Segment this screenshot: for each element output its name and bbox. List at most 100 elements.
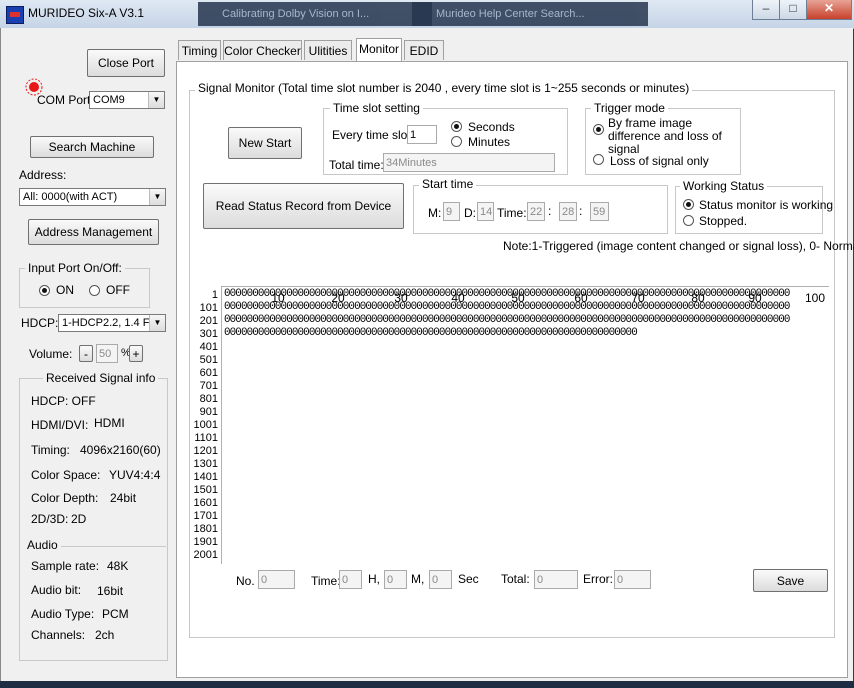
timing-label: Timing:: [31, 443, 70, 457]
trigger-frame-radio[interactable]: [593, 124, 604, 135]
com-port-select[interactable]: COM9 ▼: [89, 91, 165, 109]
close-window-button[interactable]: ✕: [806, 0, 852, 20]
sample-rate-label: Sample rate:: [31, 559, 100, 573]
total-time-label: Total time:: [329, 158, 384, 172]
start-day-label: D:: [464, 206, 476, 220]
maximize-button[interactable]: □: [779, 0, 807, 20]
row-label: 1101: [194, 432, 218, 444]
trigger-frame-label: By frame image difference and loss of si…: [608, 116, 722, 156]
input-off-radio[interactable]: [89, 285, 100, 296]
record-time-label: Time:: [311, 574, 341, 588]
chevron-down-icon: ▼: [149, 315, 165, 331]
start-second-field: 59: [590, 202, 609, 221]
color-space-label: Color Space:: [31, 468, 101, 482]
status-stopped-label: Stopped.: [699, 214, 748, 228]
time-slot-title: Time slot setting: [330, 101, 423, 115]
2d3d-value: 2D: [71, 512, 87, 526]
maximize-icon: □: [789, 1, 797, 15]
audio-title: Audio: [24, 538, 61, 552]
hdmi-dvi-value: HDMI: [94, 416, 125, 430]
tab-color-checker[interactable]: Color Checker: [223, 40, 302, 60]
save-button[interactable]: Save: [753, 569, 828, 592]
address-management-button[interactable]: Address Management: [28, 219, 159, 245]
tab-timing[interactable]: Timing: [178, 40, 221, 60]
row-label: 801: [199, 393, 218, 405]
background-window-tab-1[interactable]: Calibrating Dolby Vision on I...: [198, 2, 432, 26]
working-status-title: Working Status: [680, 179, 768, 193]
hdcp-status: HDCP: OFF: [31, 394, 96, 408]
app-logo-icon: [6, 6, 24, 24]
address-select[interactable]: All: 0000(with ACT) ▼: [19, 188, 166, 206]
seconds-radio[interactable]: [451, 121, 462, 132]
volume-label: Volume:: [29, 347, 73, 361]
row-label: 1401: [193, 471, 218, 483]
trigger-loss-radio[interactable]: [593, 154, 604, 165]
title-bar: MURIDEO Six-A V3.1 Calibrating Dolby Vis…: [0, 0, 854, 29]
record-hours-field: 0: [384, 570, 407, 589]
com-port-value: COM9: [93, 94, 125, 106]
trigger-loss-label: Loss of signal only: [610, 154, 709, 168]
volume-field[interactable]: 50: [96, 344, 118, 363]
tab-utilities[interactable]: Ulitities: [304, 40, 352, 60]
legend-note: Note:1-Triggered (image content changed …: [503, 239, 854, 253]
row-label: 1801: [193, 523, 218, 535]
chevron-down-icon: ▼: [148, 92, 164, 108]
row-label: 701: [199, 380, 218, 392]
tab-edid[interactable]: EDID: [404, 40, 444, 60]
new-start-button[interactable]: New Start: [228, 127, 302, 159]
audio-type-label: Audio Type:: [31, 607, 95, 621]
row-label: 1201: [193, 445, 218, 457]
close-port-button[interactable]: Close Port: [87, 49, 165, 77]
monitor-row-data: 0000000000000000000000000000000000000000…: [224, 327, 638, 339]
read-status-record-button[interactable]: Read Status Record from Device: [203, 183, 404, 229]
start-month-label: M:: [428, 206, 442, 220]
start-time-title: Start time: [419, 177, 477, 191]
row-label: 1601: [193, 497, 218, 509]
volume-up-button[interactable]: +: [129, 345, 143, 362]
search-machine-button[interactable]: Search Machine: [30, 136, 154, 158]
audio-type-value: PCM: [102, 607, 129, 621]
record-seconds-label: Sec: [458, 572, 479, 586]
background-window-tab-2[interactable]: Murideo Help Center Search...: [412, 2, 648, 26]
start-hour-field: 22: [527, 202, 545, 221]
2d3d-label: 2D/3D:: [31, 512, 69, 526]
record-minutes-field: 0: [429, 570, 452, 589]
every-time-slot-input[interactable]: 1: [407, 125, 437, 144]
volume-down-button[interactable]: -: [79, 345, 93, 362]
row-label: 101: [199, 302, 218, 314]
input-off-label: OFF: [106, 283, 130, 297]
monitor-row-data: 0000000000000000000000000000000000000000…: [224, 314, 790, 326]
app-client-area: Close Port COM Port COM9 ▼ Search Machin…: [0, 28, 854, 681]
tab-monitor[interactable]: Monitor: [356, 38, 402, 61]
status-working-radio: [683, 199, 694, 210]
error-field: 0: [614, 570, 651, 589]
input-on-radio[interactable]: [39, 285, 50, 296]
time-colon-2: :: [579, 204, 583, 218]
row-label: 301: [199, 328, 218, 340]
trigger-mode-title: Trigger mode: [591, 101, 668, 115]
total-field: 0: [534, 570, 578, 589]
taskbar-strip: [0, 681, 854, 688]
color-space-value: YUV4:4:4: [109, 468, 161, 482]
start-day-field: 14: [477, 202, 494, 221]
row-label: 1701: [193, 510, 218, 522]
seconds-label: Seconds: [468, 120, 515, 134]
minutes-radio[interactable]: [451, 136, 462, 147]
hdcp-select[interactable]: 1-HDCP2.2, 1.4 Fa ▼: [58, 314, 166, 332]
minutes-label: Minutes: [468, 135, 511, 149]
channels-label: Channels:: [31, 628, 86, 642]
row-label: 401: [199, 341, 218, 353]
record-minutes-label: M,: [411, 572, 425, 586]
hdmi-dvi-label: HDMI/DVI:: [31, 418, 89, 432]
error-label: Error:: [583, 572, 613, 586]
chevron-down-icon: ▼: [149, 189, 165, 205]
minimize-button[interactable]: –: [752, 0, 780, 20]
row-label: 2001: [193, 549, 218, 561]
start-month-field: 9: [443, 202, 460, 221]
every-time-slot-label: Every time slot: [332, 128, 411, 142]
row-label: 901: [199, 406, 218, 418]
total-time-field: 34Minutes: [383, 153, 555, 172]
record-no-field: 0: [258, 570, 295, 589]
com-port-label: COM Port: [37, 93, 91, 107]
address-label: Address:: [19, 168, 67, 182]
